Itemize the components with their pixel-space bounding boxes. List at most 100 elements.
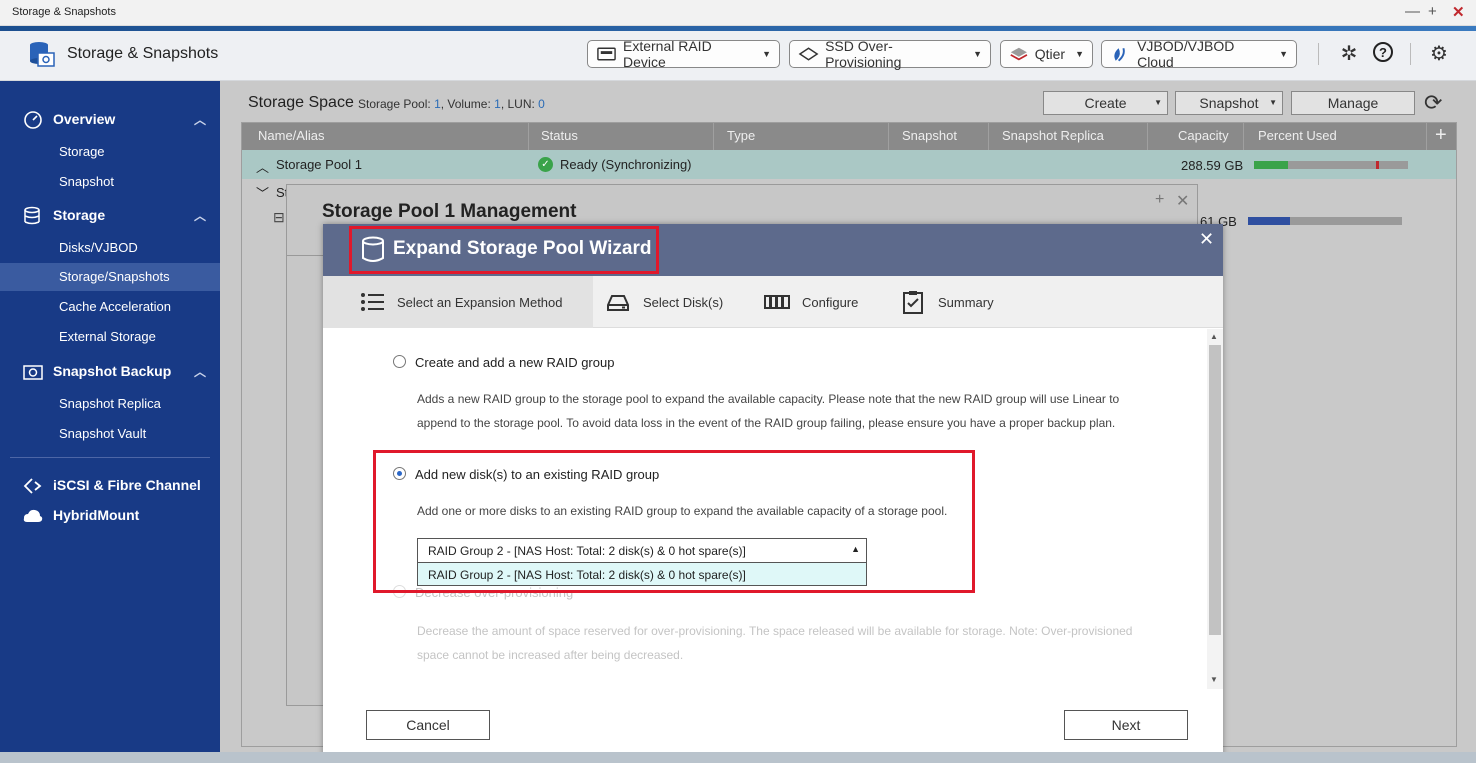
sidebar-item-iscsi-fibre-channel[interactable]: iSCSI & Fibre Channel: [0, 473, 220, 499]
app-name: Storage & Snapshots: [67, 45, 219, 62]
scrollbar-thumb[interactable]: [1209, 345, 1221, 635]
desc-line: Adds a new RAID group to the storage poo…: [417, 392, 1120, 406]
sidebar-item-hybridmount[interactable]: HybridMount: [0, 503, 220, 529]
snapshot-button[interactable]: Snapshot ▼: [1175, 91, 1283, 115]
chevron-down-icon: ▼: [1279, 49, 1288, 59]
refresh-icon[interactable]: ⟳: [1424, 90, 1442, 116]
sidebar-group-overview[interactable]: Overview ︿: [0, 107, 220, 133]
meta-pool-count: 1: [434, 97, 441, 111]
help-icon[interactable]: ?: [1370, 41, 1396, 67]
step-select-method: Select an Expansion Method: [359, 276, 563, 328]
option-highlight-box: [373, 450, 975, 593]
wizard-header: Expand Storage Pool Wizard ✕: [323, 224, 1223, 276]
sidebar-item-snapshot-overview[interactable]: Snapshot: [0, 168, 220, 196]
step-summary: Summary: [900, 276, 994, 328]
sidebar-item-cache-acceleration[interactable]: Cache Acceleration: [0, 293, 220, 321]
external-raid-device-label: External RAID Device: [622, 38, 712, 70]
collapse-icon[interactable]: ︿: [256, 157, 269, 176]
close-icon[interactable]: ✕: [1452, 3, 1465, 21]
taskbar-edge: [0, 752, 1476, 763]
column-header[interactable]: Snapshot: [902, 128, 957, 143]
overview-gauge-icon: [24, 111, 42, 129]
ssd-icon: [798, 47, 819, 61]
wizard-body: Create and add a new RAID group Adds a n…: [323, 329, 1207, 684]
sidebar-item-snapshot-replica[interactable]: Snapshot Replica: [0, 390, 220, 418]
cancel-button-label: Cancel: [406, 717, 450, 733]
column-divider: [1426, 123, 1427, 150]
sidebar-group-label: Snapshot Backup: [53, 363, 172, 379]
next-button[interactable]: Next: [1064, 710, 1188, 740]
desc-line: space cannot be increased after being de…: [417, 648, 684, 662]
sidebar-item-disks-vjbod[interactable]: Disks/VJBOD: [0, 234, 220, 262]
wrench-icon[interactable]: ✲: [1336, 41, 1362, 67]
manage-button[interactable]: Manage: [1291, 91, 1415, 115]
step-label: Select Disk(s): [643, 294, 724, 310]
vjbod-cloud-label: VJBOD/VJBOD Cloud: [1137, 38, 1235, 70]
column-header[interactable]: Type: [727, 128, 755, 143]
sidebar-group-storage[interactable]: Storage ︿: [0, 203, 220, 229]
sidebar-item-snapshot-vault[interactable]: Snapshot Vault: [0, 420, 220, 448]
chevron-down-icon: ▼: [762, 49, 771, 59]
sidebar-item-storage-snapshots[interactable]: Storage/Snapshots: [0, 263, 220, 291]
chevron-up-icon: ︿: [194, 365, 207, 379]
sidebar-item-storage-overview[interactable]: Storage: [0, 138, 220, 166]
clipboard-icon: [903, 291, 923, 314]
management-title: Storage Pool 1 Management: [322, 201, 577, 222]
chevron-up-icon: ︿: [194, 209, 207, 223]
expand-icon[interactable]: ﹀: [256, 183, 269, 202]
sidebar-item-label: Snapshot Replica: [59, 396, 161, 411]
step-label: Select an Expansion Method: [397, 294, 563, 310]
maximize-icon[interactable]: +: [1428, 3, 1437, 20]
manage-button-label: Manage: [1327, 95, 1379, 111]
column-header[interactable]: Capacity: [1178, 128, 1229, 143]
sidebar-item-label: Storage/Snapshots: [59, 269, 170, 284]
pool-name: Storage Pool 1: [276, 157, 363, 172]
vjbod-cloud-button[interactable]: VJBOD/VJBOD Cloud ▼: [1101, 38, 1297, 70]
disk-icon: [607, 295, 629, 311]
close-icon[interactable]: ✕: [1199, 229, 1214, 250]
maximize-icon[interactable]: +: [1155, 191, 1164, 209]
close-icon[interactable]: ✕: [1176, 191, 1189, 211]
column-header[interactable]: Percent Used: [1258, 128, 1337, 143]
scroll-down-icon[interactable]: ▼: [1210, 675, 1218, 684]
create-button[interactable]: Create ▼: [1043, 91, 1168, 115]
minimize-icon[interactable]: —: [1405, 3, 1420, 20]
meta-volume-count: 1: [494, 97, 501, 111]
gear-icon[interactable]: ⚙: [1426, 41, 1452, 67]
column-header[interactable]: Name/Alias: [258, 128, 324, 143]
scroll-up-icon[interactable]: ▲: [1210, 332, 1218, 341]
column-divider: [1147, 123, 1148, 150]
sidebar-item-external-storage[interactable]: External Storage: [0, 323, 220, 351]
option-new-raid-group-radio[interactable]: [393, 355, 406, 368]
ssd-over-provisioning-label: SSD Over-Provisioning: [825, 38, 902, 70]
column-header[interactable]: Snapshot Replica: [1002, 128, 1104, 143]
qtier-button[interactable]: Qtier ▼: [1000, 40, 1093, 68]
table-row[interactable]: ︿ Storage Pool 1 ✓ Ready (Synchronizing)…: [242, 150, 1456, 179]
option-new-raid-group-label[interactable]: Create and add a new RAID group: [415, 355, 614, 370]
raid-device-icon: [597, 47, 616, 61]
external-raid-device-button[interactable]: External RAID Device ▼: [587, 38, 780, 70]
sidebar-item-label: Storage: [59, 144, 105, 159]
sidebar-item-label: Snapshot Vault: [59, 426, 147, 441]
sidebar-item-label: Cache Acceleration: [59, 299, 172, 314]
column-divider: [988, 123, 989, 150]
percent-used-fill: [1254, 161, 1288, 169]
cancel-button[interactable]: Cancel: [366, 710, 490, 740]
chevron-down-icon: ▼: [973, 49, 982, 59]
database-icon: [362, 236, 384, 262]
add-column-icon[interactable]: +: [1435, 124, 1447, 147]
database-icon: [24, 206, 40, 225]
divider: [287, 255, 323, 256]
chevron-down-icon: ▼: [1269, 98, 1277, 107]
step-configure: Configure: [764, 276, 858, 328]
scrollbar[interactable]: ▲ ▼: [1207, 329, 1223, 689]
chevron-down-icon: ▼: [1154, 98, 1162, 107]
wizard-title: Expand Storage Pool Wizard: [393, 238, 652, 259]
list-icon: [361, 293, 384, 311]
column-header[interactable]: Status: [541, 128, 578, 143]
percent-used-bar: [1248, 217, 1402, 225]
meta-pool-label: Storage Pool:: [358, 97, 435, 111]
vjbod-cloud-icon: [1114, 47, 1125, 62]
sidebar-group-snapshot-backup[interactable]: Snapshot Backup ︿: [0, 359, 220, 385]
ssd-over-provisioning-button[interactable]: SSD Over-Provisioning ▼: [789, 38, 991, 70]
